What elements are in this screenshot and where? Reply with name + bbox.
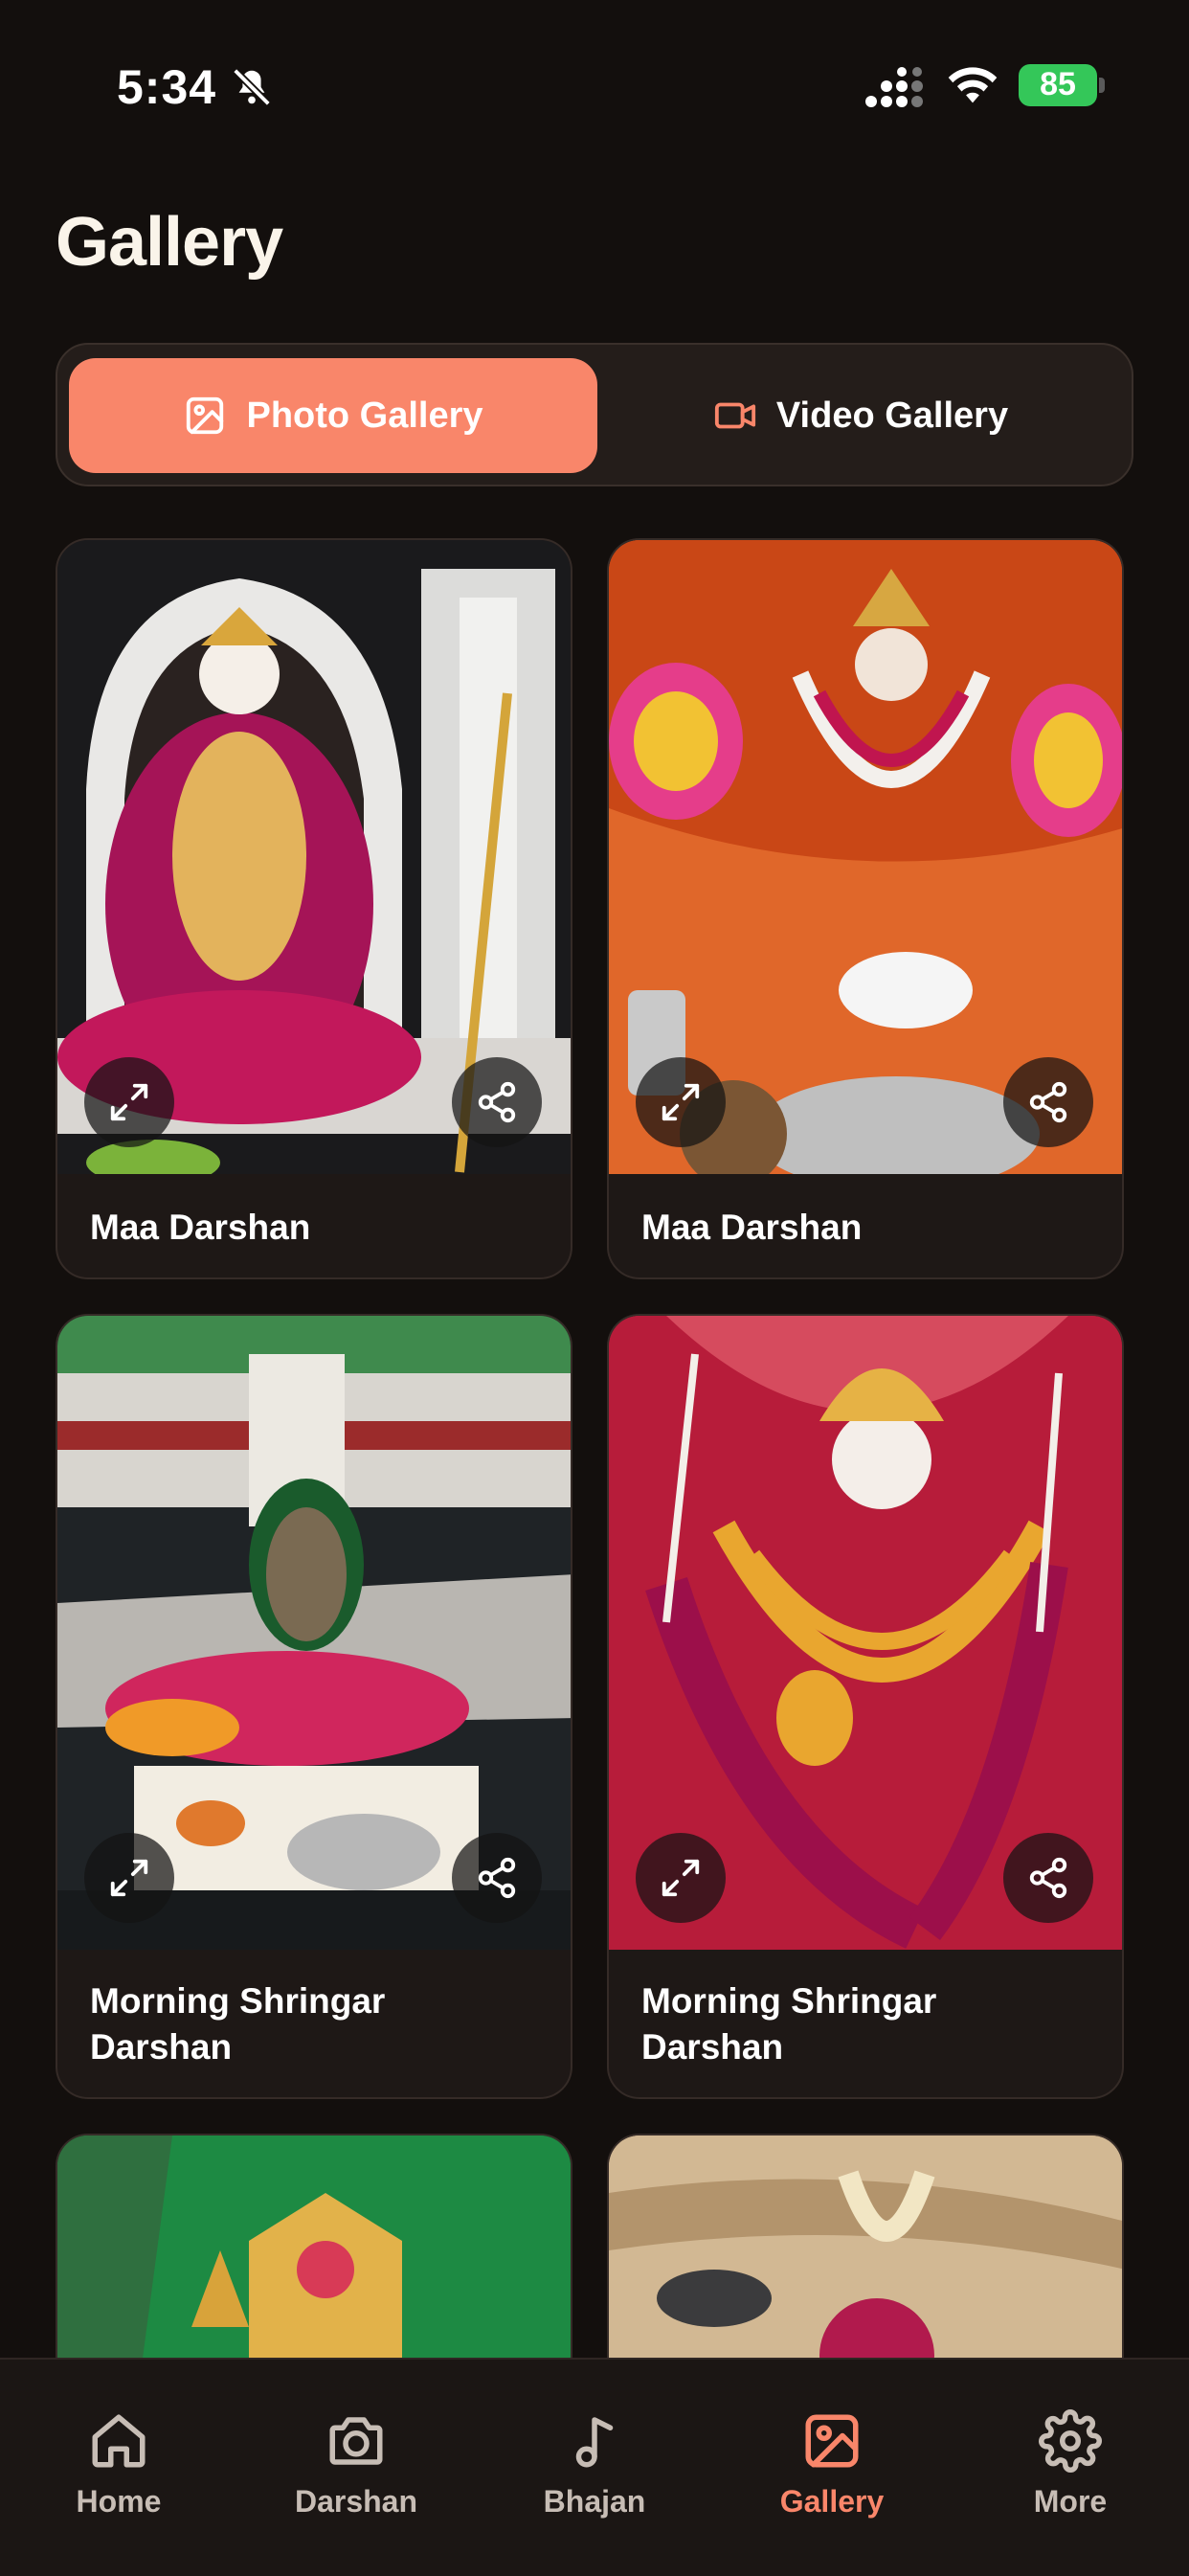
share-button[interactable] bbox=[1003, 1833, 1093, 1923]
gallery-card[interactable]: Morning Shringar Darshan bbox=[607, 1314, 1124, 2099]
image-icon bbox=[805, 2414, 859, 2468]
share-button[interactable] bbox=[1003, 1057, 1093, 1147]
status-bar: 5:34 85 bbox=[0, 0, 1189, 172]
photo-gallery-label: Photo Gallery bbox=[246, 395, 483, 436]
expand-button[interactable] bbox=[636, 1057, 726, 1147]
gallery-card[interactable]: Maa Darshan bbox=[607, 538, 1124, 1279]
bottom-tab-bar: Home Darshan Bhajan Gallery More bbox=[0, 2358, 1189, 2576]
share-icon bbox=[1029, 1081, 1067, 1123]
tab-home[interactable]: Home bbox=[0, 2360, 237, 2551]
card-title: Maa Darshan bbox=[90, 1208, 311, 1247]
expand-button[interactable] bbox=[84, 1057, 174, 1147]
tab-more-label: More bbox=[1033, 2484, 1108, 2519]
wifi-icon bbox=[948, 67, 998, 103]
tab-darshan-label: Darshan bbox=[294, 2484, 418, 2519]
photo-gallery-tab[interactable]: Photo Gallery bbox=[69, 358, 597, 473]
tab-gallery-label: Gallery bbox=[779, 2484, 885, 2519]
battery-level: 85 bbox=[1040, 66, 1076, 102]
share-icon bbox=[478, 1857, 516, 1899]
cellular-signal-icon bbox=[865, 67, 923, 107]
card-title: Maa Darshan bbox=[641, 1208, 863, 1247]
music-note-icon bbox=[575, 2417, 614, 2468]
card-title: Morning Shringar Darshan bbox=[641, 1981, 937, 2067]
tab-bhajan-label: Bhajan bbox=[543, 2484, 646, 2519]
tab-home-label: Home bbox=[76, 2484, 162, 2519]
image-icon bbox=[187, 396, 224, 435]
video-gallery-label: Video Gallery bbox=[775, 395, 1009, 436]
expand-icon bbox=[662, 1859, 700, 1897]
video-camera-icon bbox=[714, 402, 755, 429]
battery-indicator: 85 bbox=[1019, 64, 1107, 108]
expand-icon bbox=[110, 1083, 148, 1121]
home-icon bbox=[92, 2414, 146, 2468]
share-icon bbox=[478, 1081, 516, 1123]
gallery-type-switch: Photo Gallery Video Gallery bbox=[56, 343, 1133, 486]
card-title: Morning Shringar Darshan bbox=[90, 1981, 386, 2067]
gear-icon bbox=[1039, 2409, 1102, 2473]
bell-slash-icon bbox=[233, 68, 271, 106]
camera-icon bbox=[329, 2417, 383, 2465]
tab-darshan[interactable]: Darshan bbox=[237, 2360, 475, 2551]
gallery-card[interactable]: Maa Darshan bbox=[56, 538, 572, 1279]
expand-icon bbox=[662, 1083, 700, 1121]
tab-bhajan[interactable]: Bhajan bbox=[476, 2360, 713, 2551]
video-gallery-tab[interactable]: Video Gallery bbox=[599, 358, 1122, 473]
expand-icon bbox=[110, 1859, 148, 1897]
tab-gallery[interactable]: Gallery bbox=[713, 2360, 951, 2551]
share-icon bbox=[1029, 1857, 1067, 1899]
share-button[interactable] bbox=[452, 1057, 542, 1147]
tab-more[interactable]: More bbox=[952, 2360, 1189, 2551]
share-button[interactable] bbox=[452, 1833, 542, 1923]
gallery-card[interactable]: Morning Shringar Darshan bbox=[56, 1314, 572, 2099]
expand-button[interactable] bbox=[84, 1833, 174, 1923]
expand-button[interactable] bbox=[636, 1833, 726, 1923]
status-time: 5:34 bbox=[117, 60, 217, 114]
page-title: Gallery bbox=[56, 204, 283, 281]
